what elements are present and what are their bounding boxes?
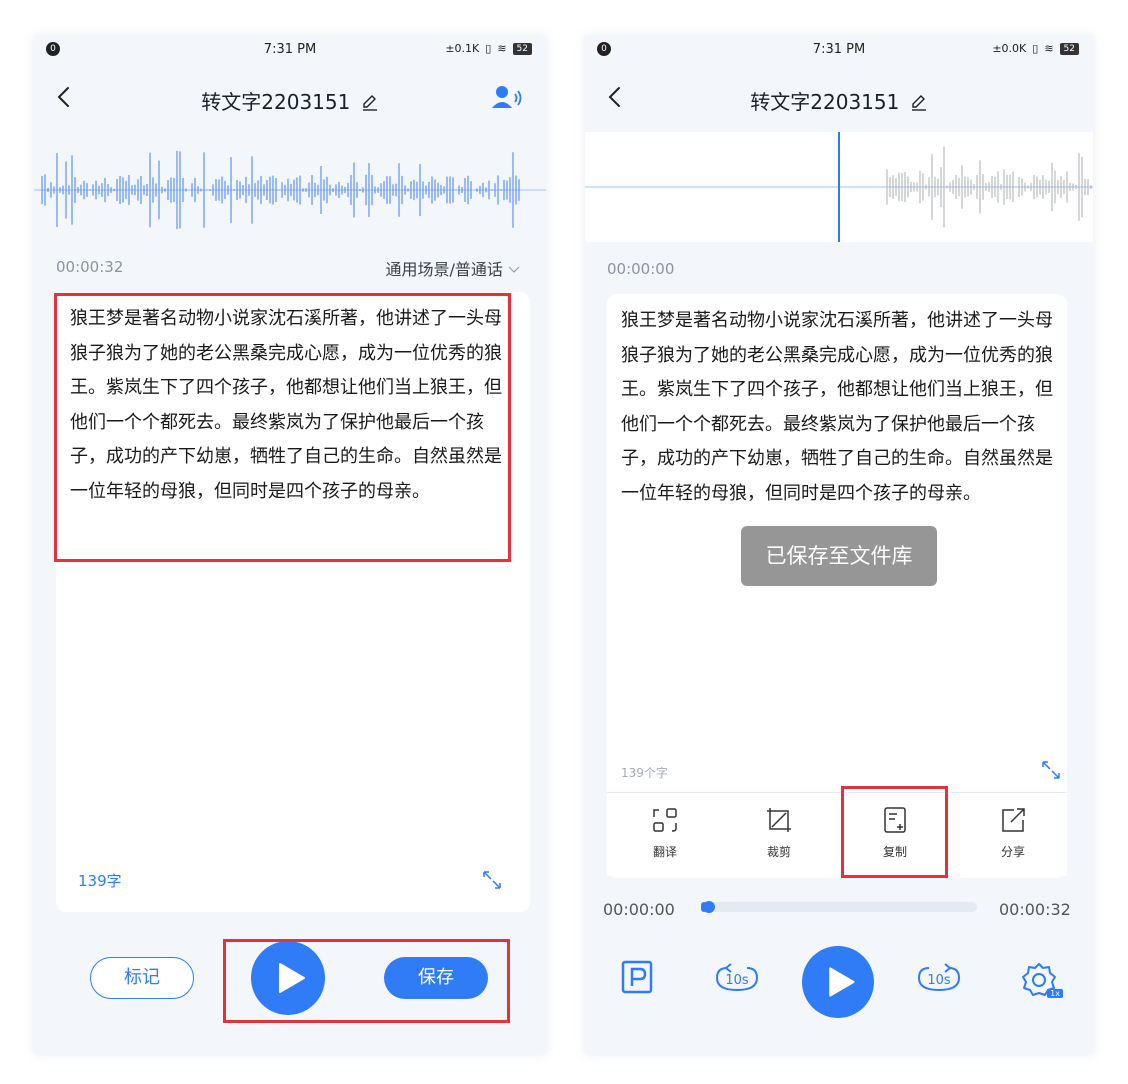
vibrate-icon: ▯ bbox=[1032, 42, 1039, 55]
nav-bar: 转文字2203151 bbox=[585, 76, 1093, 120]
network-speed: ±0.1K bbox=[445, 42, 480, 55]
rewind-10s-icon[interactable]: 10s bbox=[713, 962, 761, 996]
translate-label: 翻译 bbox=[652, 845, 677, 859]
share-icon bbox=[1002, 808, 1025, 832]
scene-language-label: 通用场景/普通话 bbox=[385, 260, 503, 279]
network-speed: ±0.0K bbox=[992, 42, 1027, 55]
translate-tool[interactable]: 翻译 bbox=[635, 805, 695, 860]
play-icon bbox=[279, 963, 305, 993]
wifi-icon: ≋ bbox=[1044, 42, 1054, 55]
share-label: 分享 bbox=[1000, 845, 1025, 859]
recording-time: 00:00:00 bbox=[607, 260, 675, 278]
crop-icon bbox=[767, 808, 791, 832]
tool-bar: 翻译 裁剪 复制 分享 bbox=[607, 792, 1067, 876]
share-tool[interactable]: 分享 bbox=[983, 805, 1043, 860]
translate-icon bbox=[653, 808, 677, 832]
mark-button[interactable]: 标记 bbox=[90, 957, 194, 999]
page-title[interactable]: 转文字2203151 bbox=[34, 86, 546, 115]
waveform-graphic bbox=[34, 150, 546, 230]
status-icons: ±0.1K ▯ ≋ 52 bbox=[445, 42, 532, 55]
battery-icon: 52 bbox=[1059, 42, 1079, 55]
transcript-text[interactable]: 狼王梦是著名动物小说家沈石溪所著，他讲述了一头母狼子狼为了她的老公黑桑完成心愿，… bbox=[621, 304, 1061, 511]
edit-pencil-icon[interactable] bbox=[910, 93, 928, 111]
playback-total-time: 00:00:32 bbox=[999, 900, 1071, 919]
play-icon bbox=[829, 967, 855, 997]
crop-label: 裁剪 bbox=[766, 845, 791, 859]
speaker-recognition-icon[interactable] bbox=[490, 84, 524, 112]
playback-settings-button[interactable]: 1x bbox=[1019, 960, 1063, 1000]
page-title-text: 转文字2203151 bbox=[201, 90, 351, 114]
speed-badge: 1x bbox=[1047, 989, 1063, 998]
svg-text:10s: 10s bbox=[927, 973, 951, 988]
audio-waveform[interactable] bbox=[34, 142, 546, 238]
page-title[interactable]: 转文字2203151 bbox=[585, 86, 1093, 115]
playback-current-time: 00:00:00 bbox=[603, 900, 675, 919]
play-button[interactable] bbox=[251, 941, 325, 1015]
progress-handle[interactable] bbox=[702, 901, 715, 913]
word-count: 139字 bbox=[78, 872, 122, 890]
copy-tool[interactable]: 复制 bbox=[865, 805, 925, 860]
status-bar: 0 7:31 PM ±0.1K ▯ ≋ 52 bbox=[34, 36, 546, 64]
word-count: 139个字 bbox=[621, 766, 668, 780]
audio-waveform[interactable] bbox=[585, 132, 1093, 242]
page-title-text: 转文字2203151 bbox=[750, 90, 900, 114]
svg-text:10s: 10s bbox=[725, 973, 749, 988]
save-button[interactable]: 保存 bbox=[384, 957, 488, 999]
scene-language-dropdown[interactable]: 通用场景/普通话 bbox=[386, 256, 521, 280]
edit-pencil-icon[interactable] bbox=[361, 93, 379, 111]
expand-icon[interactable] bbox=[482, 870, 502, 890]
status-icons: ±0.0K ▯ ≋ 52 bbox=[992, 42, 1079, 55]
recording-time: 00:00:32 bbox=[56, 258, 124, 276]
waveform-graphic bbox=[585, 132, 1093, 242]
expand-icon[interactable] bbox=[1041, 760, 1061, 780]
vibrate-icon: ▯ bbox=[485, 42, 492, 55]
phone-screen-saved: 0 7:31 PM ±0.0K ▯ ≋ 52 转文字2203151 00:00:… bbox=[585, 36, 1093, 1054]
battery-icon: 52 bbox=[512, 42, 532, 55]
crop-tool[interactable]: 裁剪 bbox=[749, 805, 809, 860]
phone-screen-recording: 0 7:31 PM ±0.1K ▯ ≋ 52 转文字2203151 00:00:… bbox=[34, 36, 546, 1054]
copy-icon bbox=[884, 807, 906, 833]
play-button[interactable] bbox=[802, 946, 874, 1018]
nav-bar: 转文字2203151 bbox=[34, 76, 546, 120]
copy-label: 复制 bbox=[882, 845, 907, 859]
playback-progress-slider[interactable] bbox=[701, 901, 977, 913]
bookmark-icon[interactable] bbox=[621, 960, 653, 998]
forward-10s-icon[interactable]: 10s bbox=[915, 962, 963, 996]
chevron-down-icon bbox=[508, 266, 520, 273]
transcript-text[interactable]: 狼王梦是著名动物小说家沈石溪所著，他讲述了一头母狼子狼为了她的老公黑桑完成心愿，… bbox=[70, 302, 516, 509]
status-bar: 0 7:31 PM ±0.0K ▯ ≋ 52 bbox=[585, 36, 1093, 64]
saved-toast: 已保存至文件库 bbox=[741, 526, 937, 586]
wifi-icon: ≋ bbox=[497, 42, 507, 55]
